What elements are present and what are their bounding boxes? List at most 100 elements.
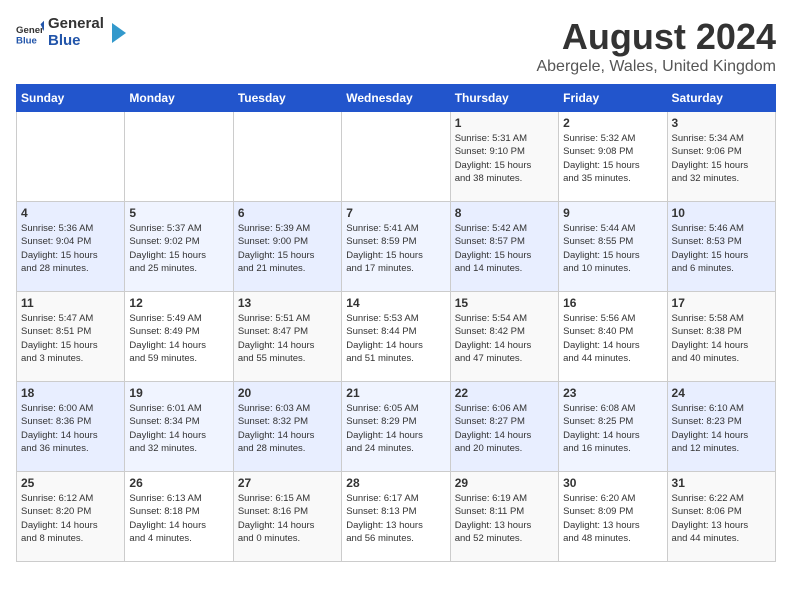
day-cell: 25 Sunrise: 6:12 AM Sunset: 8:20 PM Dayli… <box>17 472 125 562</box>
day-info: Sunrise: 5:32 AM Sunset: 9:08 PM Dayligh… <box>563 132 662 185</box>
day-info: Sunrise: 6:05 AM Sunset: 8:29 PM Dayligh… <box>346 402 445 455</box>
day-cell: 27 Sunrise: 6:15 AM Sunset: 8:16 PM Dayli… <box>233 472 341 562</box>
week-row-4: 25 Sunrise: 6:12 AM Sunset: 8:20 PM Dayli… <box>17 472 776 562</box>
day-cell <box>233 112 341 202</box>
header-cell-wednesday: Wednesday <box>342 85 450 112</box>
day-cell: 15 Sunrise: 5:54 AM Sunset: 8:42 PM Dayli… <box>450 292 558 382</box>
day-cell: 19Sunrise: 6:01 AM Sunset: 8:34 PM Dayli… <box>125 382 233 472</box>
day-cell: 30 Sunrise: 6:20 AM Sunset: 8:09 PM Dayli… <box>559 472 667 562</box>
day-cell: 9Sunrise: 5:44 AM Sunset: 8:55 PM Daylig… <box>559 202 667 292</box>
week-row-2: 11 Sunrise: 5:47 AM Sunset: 8:51 PM Dayli… <box>17 292 776 382</box>
header-cell-sunday: Sunday <box>17 85 125 112</box>
day-number: 12 <box>129 296 228 310</box>
day-info: Sunrise: 6:13 AM Sunset: 8:18 PM Dayligh… <box>129 492 228 545</box>
day-number: 27 <box>238 476 337 490</box>
day-info: Sunrise: 5:31 AM Sunset: 9:10 PM Dayligh… <box>455 132 554 185</box>
day-info: Sunrise: 6:17 AM Sunset: 8:13 PM Dayligh… <box>346 492 445 545</box>
calendar-header: SundayMondayTuesdayWednesdayThursdayFrid… <box>17 85 776 112</box>
day-number: 16 <box>563 296 662 310</box>
day-number: 2 <box>563 116 662 130</box>
day-cell: 12Sunrise: 5:49 AM Sunset: 8:49 PM Dayli… <box>125 292 233 382</box>
day-info: Sunrise: 6:00 AM Sunset: 8:36 PM Dayligh… <box>21 402 120 455</box>
day-number: 6 <box>238 206 337 220</box>
day-cell: 28Sunrise: 6:17 AM Sunset: 8:13 PM Dayli… <box>342 472 450 562</box>
day-cell: 3 Sunrise: 5:34 AM Sunset: 9:06 PM Daylig… <box>667 112 775 202</box>
day-cell: 21 Sunrise: 6:05 AM Sunset: 8:29 PM Dayli… <box>342 382 450 472</box>
day-number: 10 <box>672 206 771 220</box>
header-cell-monday: Monday <box>125 85 233 112</box>
day-info: Sunrise: 5:34 AM Sunset: 9:06 PM Dayligh… <box>672 132 771 185</box>
day-number: 18 <box>21 386 120 400</box>
logo-arrow-icon <box>108 23 126 43</box>
logo-general: General <box>48 15 104 32</box>
day-info: Sunrise: 5:46 AM Sunset: 8:53 PM Dayligh… <box>672 222 771 275</box>
day-number: 4 <box>21 206 120 220</box>
day-cell: 11 Sunrise: 5:47 AM Sunset: 8:51 PM Dayli… <box>17 292 125 382</box>
day-cell: 24Sunrise: 6:10 AM Sunset: 8:23 PM Dayli… <box>667 382 775 472</box>
header-cell-saturday: Saturday <box>667 85 775 112</box>
main-title: August 2024 <box>536 16 776 58</box>
day-cell <box>342 112 450 202</box>
day-number: 20 <box>238 386 337 400</box>
day-cell: 16 Sunrise: 5:56 AM Sunset: 8:40 PM Dayli… <box>559 292 667 382</box>
day-number: 9 <box>563 206 662 220</box>
day-cell: 4 Sunrise: 5:36 AM Sunset: 9:04 PM Daylig… <box>17 202 125 292</box>
day-cell: 20 Sunrise: 6:03 AM Sunset: 8:32 PM Dayli… <box>233 382 341 472</box>
day-info: Sunrise: 5:36 AM Sunset: 9:04 PM Dayligh… <box>21 222 120 275</box>
day-cell: 8 Sunrise: 5:42 AM Sunset: 8:57 PM Daylig… <box>450 202 558 292</box>
day-cell <box>17 112 125 202</box>
day-cell: 26 Sunrise: 6:13 AM Sunset: 8:18 PM Dayli… <box>125 472 233 562</box>
day-info: Sunrise: 5:41 AM Sunset: 8:59 PM Dayligh… <box>346 222 445 275</box>
day-info: Sunrise: 6:15 AM Sunset: 8:16 PM Dayligh… <box>238 492 337 545</box>
day-cell: 23Sunrise: 6:08 AM Sunset: 8:25 PM Dayli… <box>559 382 667 472</box>
header-row: SundayMondayTuesdayWednesdayThursdayFrid… <box>17 85 776 112</box>
day-info: Sunrise: 5:42 AM Sunset: 8:57 PM Dayligh… <box>455 222 554 275</box>
day-info: Sunrise: 5:47 AM Sunset: 8:51 PM Dayligh… <box>21 312 120 365</box>
day-info: Sunrise: 5:56 AM Sunset: 8:40 PM Dayligh… <box>563 312 662 365</box>
day-number: 19 <box>129 386 228 400</box>
day-info: Sunrise: 6:03 AM Sunset: 8:32 PM Dayligh… <box>238 402 337 455</box>
svg-text:Blue: Blue <box>16 35 37 46</box>
day-info: Sunrise: 6:06 AM Sunset: 8:27 PM Dayligh… <box>455 402 554 455</box>
day-number: 1 <box>455 116 554 130</box>
day-number: 30 <box>563 476 662 490</box>
day-cell: 1 Sunrise: 5:31 AM Sunset: 9:10 PM Daylig… <box>450 112 558 202</box>
day-number: 3 <box>672 116 771 130</box>
logo-blue: Blue <box>48 32 81 49</box>
day-number: 23 <box>563 386 662 400</box>
day-number: 25 <box>21 476 120 490</box>
day-cell: 31 Sunrise: 6:22 AM Sunset: 8:06 PM Dayli… <box>667 472 775 562</box>
day-info: Sunrise: 5:37 AM Sunset: 9:02 PM Dayligh… <box>129 222 228 275</box>
subtitle: Abergele, Wales, United Kingdom <box>536 58 776 76</box>
title-area: August 2024 Abergele, Wales, United King… <box>536 16 776 76</box>
day-info: Sunrise: 6:22 AM Sunset: 8:06 PM Dayligh… <box>672 492 771 545</box>
day-number: 21 <box>346 386 445 400</box>
day-cell: 2 Sunrise: 5:32 AM Sunset: 9:08 PM Daylig… <box>559 112 667 202</box>
day-number: 5 <box>129 206 228 220</box>
header-cell-tuesday: Tuesday <box>233 85 341 112</box>
header: General Blue General Blue August 2024 Ab… <box>16 16 776 76</box>
header-cell-friday: Friday <box>559 85 667 112</box>
week-row-1: 4 Sunrise: 5:36 AM Sunset: 9:04 PM Daylig… <box>17 202 776 292</box>
day-cell: 22Sunrise: 6:06 AM Sunset: 8:27 PM Dayli… <box>450 382 558 472</box>
day-cell: 10 Sunrise: 5:46 AM Sunset: 8:53 PM Dayli… <box>667 202 775 292</box>
week-row-0: 1 Sunrise: 5:31 AM Sunset: 9:10 PM Daylig… <box>17 112 776 202</box>
day-cell: 6Sunrise: 5:39 AM Sunset: 9:00 PM Daylig… <box>233 202 341 292</box>
day-number: 7 <box>346 206 445 220</box>
day-info: Sunrise: 6:20 AM Sunset: 8:09 PM Dayligh… <box>563 492 662 545</box>
day-number: 8 <box>455 206 554 220</box>
logo: General Blue General Blue <box>16 16 126 49</box>
day-info: Sunrise: 5:54 AM Sunset: 8:42 PM Dayligh… <box>455 312 554 365</box>
header-cell-thursday: Thursday <box>450 85 558 112</box>
day-number: 31 <box>672 476 771 490</box>
day-info: Sunrise: 5:58 AM Sunset: 8:38 PM Dayligh… <box>672 312 771 365</box>
day-number: 17 <box>672 296 771 310</box>
day-number: 11 <box>21 296 120 310</box>
day-number: 26 <box>129 476 228 490</box>
day-cell: 18 Sunrise: 6:00 AM Sunset: 8:36 PM Dayli… <box>17 382 125 472</box>
day-info: Sunrise: 6:12 AM Sunset: 8:20 PM Dayligh… <box>21 492 120 545</box>
day-number: 29 <box>455 476 554 490</box>
day-number: 15 <box>455 296 554 310</box>
day-info: Sunrise: 6:10 AM Sunset: 8:23 PM Dayligh… <box>672 402 771 455</box>
day-cell: 17 Sunrise: 5:58 AM Sunset: 8:38 PM Dayli… <box>667 292 775 382</box>
